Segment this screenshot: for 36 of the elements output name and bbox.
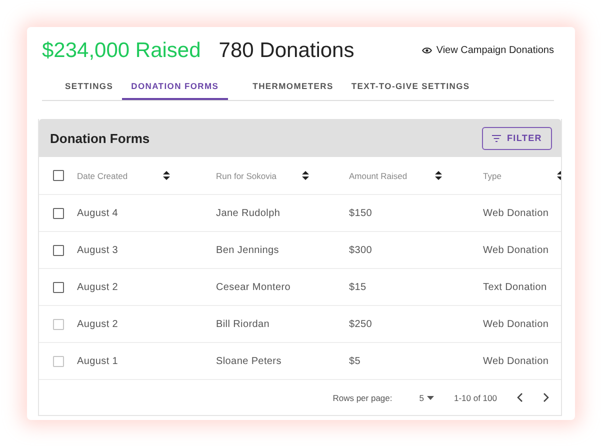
- table-title: Donation Forms: [50, 130, 150, 146]
- table-cell-text: $150: [349, 208, 374, 218]
- table-cell-text: August 2: [77, 318, 120, 330]
- rows-per-page-label: Rows per page:: [332, 392, 392, 402]
- table-cell-text: August 4: [77, 208, 120, 218]
- table-cell-text: $15: [349, 282, 368, 292]
- table-cell-text: Bill Riordan: [216, 318, 271, 330]
- table-cell-text: Web Donation: [483, 356, 550, 366]
- column-header: Date Created: [77, 170, 129, 180]
- table-cell-text: Text Donation: [483, 282, 548, 292]
- tab[interactable]: THERMOMETERS: [244, 73, 342, 100]
- filter-button[interactable]: FILTER: [482, 126, 552, 150]
- table-cell-text: August 1: [77, 356, 120, 366]
- table-cell-text: August 3: [77, 244, 120, 256]
- table-cell-text: August 2: [77, 282, 120, 292]
- tab[interactable]: TEXT-TO-GIVE SETTINGS: [342, 73, 479, 100]
- donation-count: 780 Donations: [218, 38, 354, 62]
- page-range: 1-10 of 100: [454, 392, 497, 402]
- table-cell-text: Web Donation: [483, 318, 550, 330]
- view-donations-link[interactable]: View Campaign Donations: [422, 45, 554, 56]
- column-header: Run for Sokovia: [216, 170, 278, 180]
- table-cell-text: $5: [349, 356, 362, 366]
- amount-raised: $234,000 Raised: [42, 38, 201, 62]
- tab[interactable]: SETTINGS: [56, 73, 122, 100]
- table-cell-text: $300: [349, 244, 374, 256]
- rows-per-page-select[interactable]: 5: [419, 392, 434, 402]
- table-cell-text: Jane Rudolph: [216, 208, 282, 218]
- tab[interactable]: DONATION FORMS: [122, 73, 228, 100]
- table-cell-text: $250: [349, 318, 374, 330]
- column-header: Type: [483, 170, 502, 180]
- table-cell-text: Web Donation: [483, 244, 550, 256]
- column-header: Amount Raised: [349, 170, 408, 180]
- table-cell-text: Ben Jennings: [216, 244, 280, 256]
- table-cell-text: Sloane Peters: [216, 356, 282, 366]
- table-cell-text: Web Donation: [483, 208, 550, 218]
- table-cell-text: Cesear Montero: [216, 282, 292, 292]
